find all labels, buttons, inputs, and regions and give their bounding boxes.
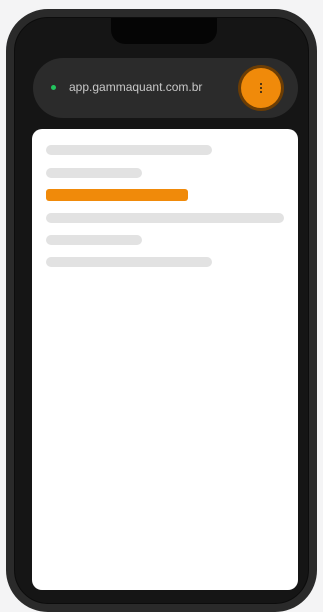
skeleton-line xyxy=(46,235,142,245)
page-content xyxy=(32,129,298,590)
menu-button[interactable] xyxy=(241,68,281,108)
vertical-ellipsis-icon xyxy=(260,83,262,93)
skeleton-line xyxy=(46,257,212,267)
skeleton-line xyxy=(46,168,142,178)
connection-status-dot xyxy=(51,85,56,90)
phone-notch xyxy=(111,18,217,44)
address-bar[interactable]: app.gammaquant.com.br xyxy=(33,58,298,118)
skeleton-line xyxy=(46,145,212,155)
url-text[interactable]: app.gammaquant.com.br xyxy=(69,79,202,95)
skeleton-line-accent xyxy=(46,189,188,201)
skeleton-line xyxy=(46,213,284,223)
